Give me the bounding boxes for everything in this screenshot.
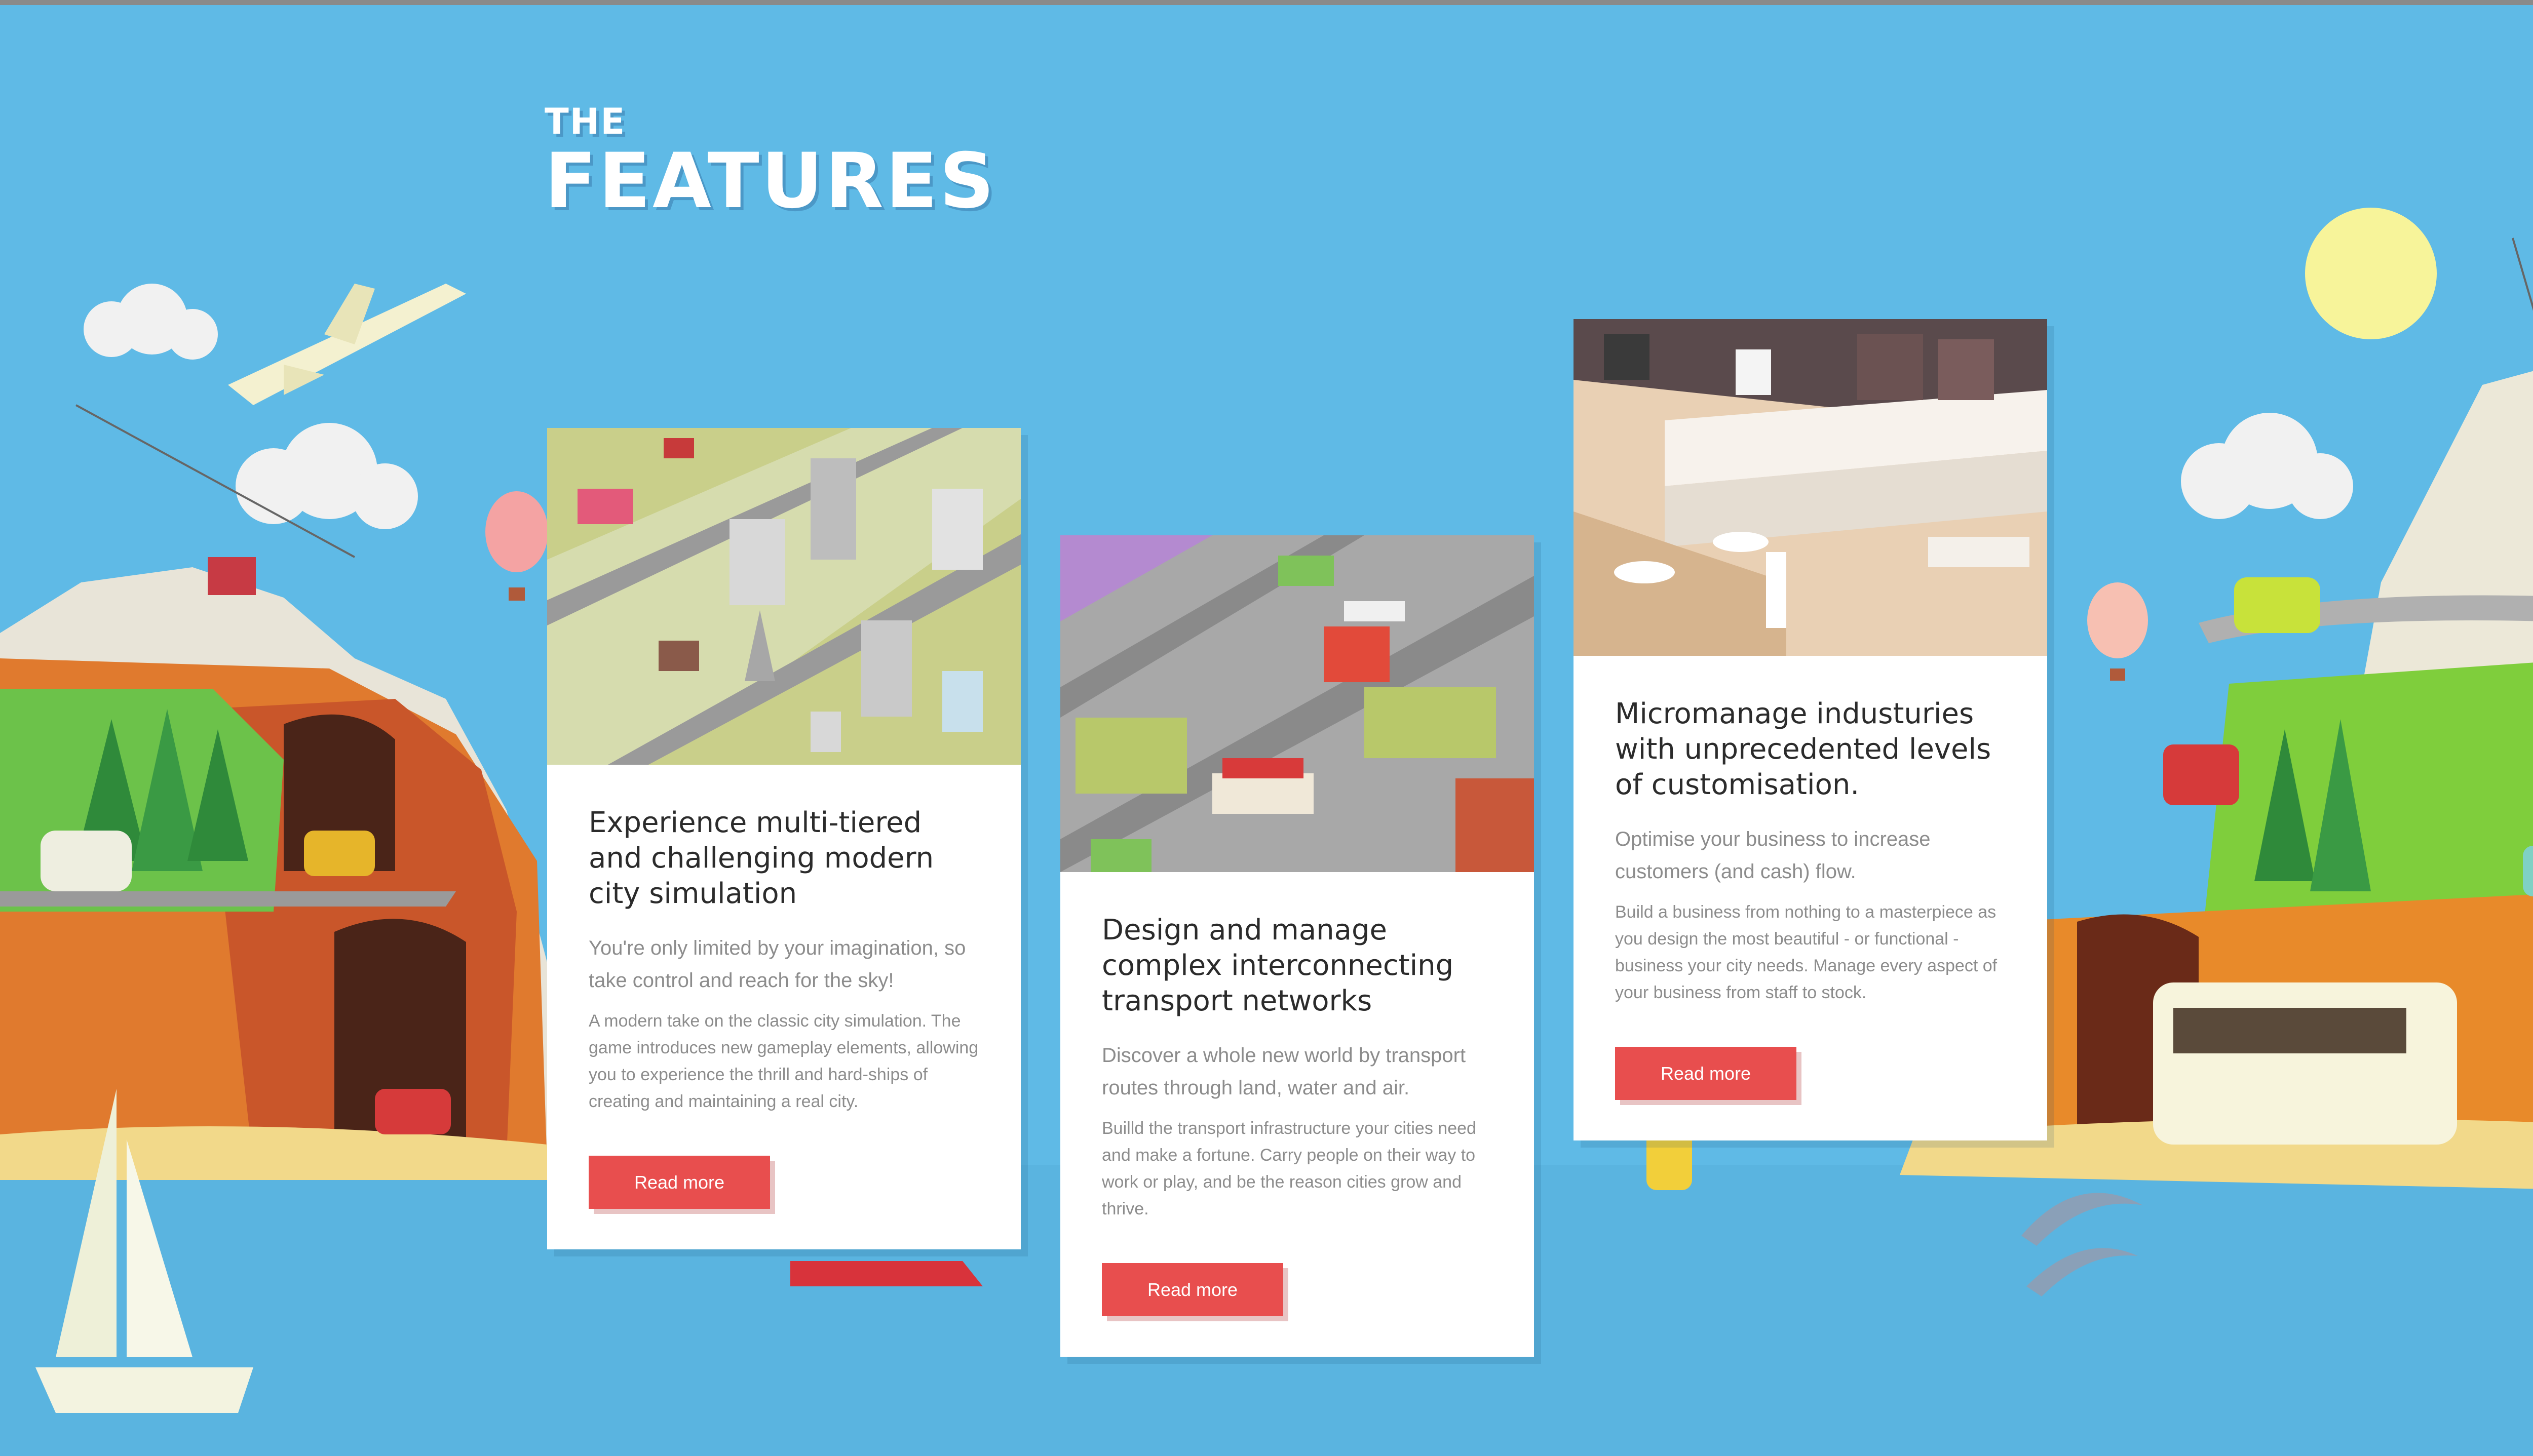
read-more-button[interactable]: Read more <box>1102 1263 1283 1316</box>
card-body: Experience multi-tiered and challenging … <box>547 765 1021 1249</box>
cafe-illustration <box>1573 319 2047 656</box>
card-text: Build a business from nothing to a maste… <box>1615 902 1998 1002</box>
card-lead: Optimise your business to increase custo… <box>1615 828 1931 883</box>
transport-illustration <box>1060 535 1534 872</box>
card-lead: Discover a whole new world by transport … <box>1102 1044 1466 1099</box>
features-heading: THE FEATURES <box>545 104 996 219</box>
card-title: Design and manage complex interconnectin… <box>1102 914 1454 1017</box>
feature-card-city-simulation: Experience multi-tiered and challenging … <box>547 428 1021 1249</box>
airplane <box>228 284 466 405</box>
card-body: Micromanage industuries with unprecedent… <box>1573 656 2047 1140</box>
card-lead: You're only limited by your imagination,… <box>589 937 966 992</box>
heading-small-text: THE <box>545 101 626 142</box>
card-text: A modern take on the classic city simula… <box>589 1011 979 1111</box>
hot-air-balloon <box>485 491 548 601</box>
heading-big-text: FEATURES <box>545 137 996 225</box>
read-more-button[interactable]: Read more <box>1615 1047 1796 1100</box>
card-title: Experience multi-tiered and challenging … <box>589 806 934 910</box>
card-text: Builld the transport infrastructure your… <box>1102 1119 1476 1218</box>
card-title: Micromanage industuries with unprecedent… <box>1615 697 1991 801</box>
read-more-button[interactable]: Read more <box>589 1156 770 1209</box>
feature-card-transport-networks: Design and manage complex interconnectin… <box>1060 535 1534 1357</box>
feature-card-industries: Micromanage industuries with unprecedent… <box>1573 319 2047 1140</box>
card-body: Design and manage complex interconnectin… <box>1060 872 1534 1357</box>
left-island <box>0 567 547 1180</box>
city-illustration <box>547 428 1021 765</box>
